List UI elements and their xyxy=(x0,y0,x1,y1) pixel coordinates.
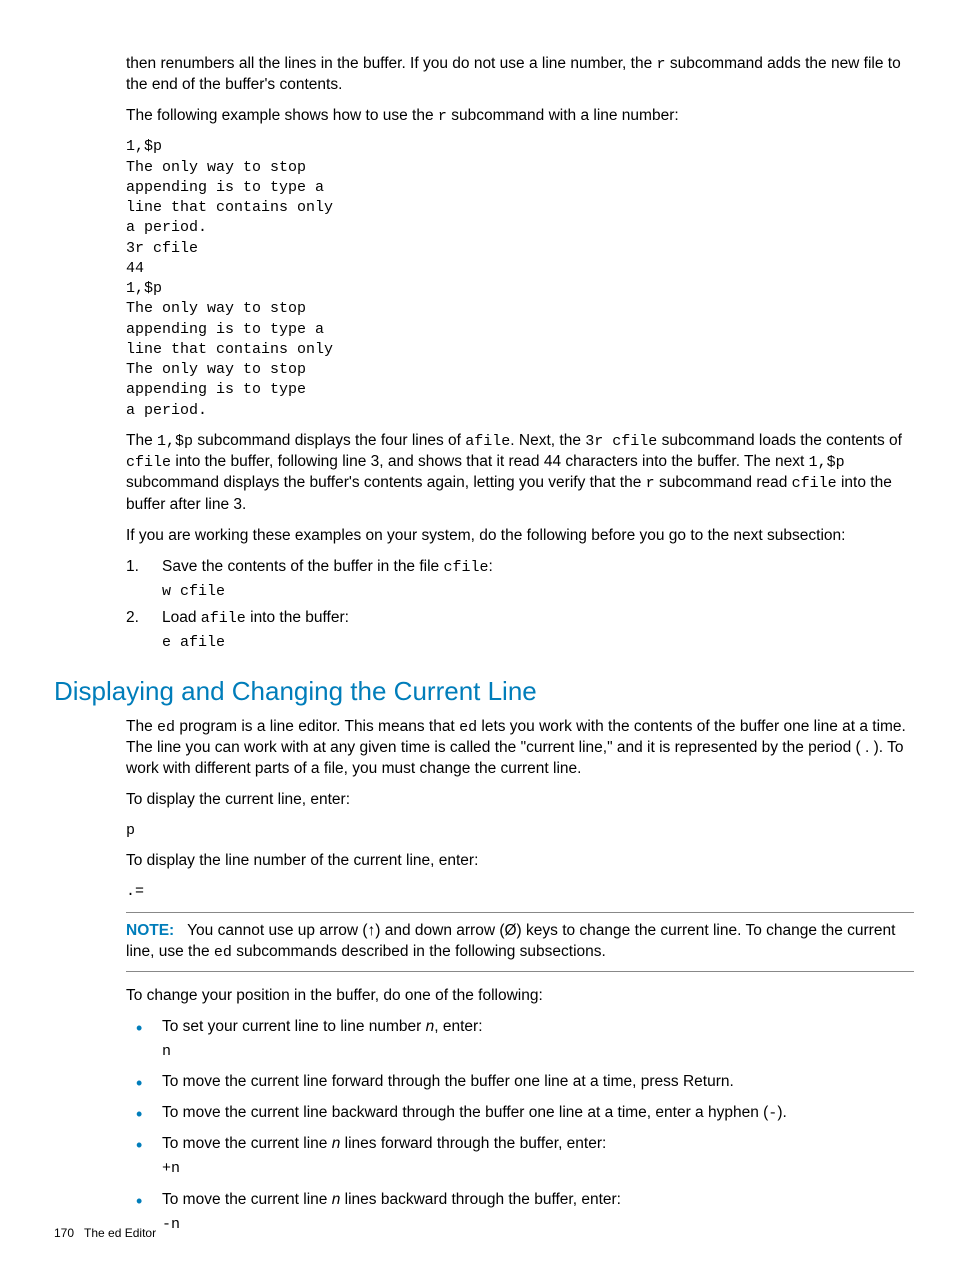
text: To move the current line forward through… xyxy=(162,1073,734,1090)
code-block: .= xyxy=(126,882,914,902)
text: subcommand displays the buffer's content… xyxy=(126,474,646,491)
inline-code: ed xyxy=(459,719,477,736)
inline-code: 1,$p xyxy=(809,454,845,471)
inline-code: cfile xyxy=(792,475,837,492)
inline-code: 3r cfile xyxy=(585,433,657,450)
inline-code: afile xyxy=(201,610,246,627)
bullet-list: To set your current line to line number … xyxy=(126,1017,914,1235)
footer-title: The ed Editor xyxy=(84,1226,156,1240)
item-number: 2. xyxy=(126,608,139,629)
paragraph: The ed program is a line editor. This me… xyxy=(126,717,914,780)
text: into the buffer, following line 3, and s… xyxy=(171,453,809,470)
list-item: To move the current line n lines forward… xyxy=(126,1134,914,1179)
paragraph: then renumbers all the lines in the buff… xyxy=(126,54,914,96)
item-number: 1. xyxy=(126,557,139,578)
inline-code: 1,$p xyxy=(157,433,193,450)
list-item: 1. Save the contents of the buffer in th… xyxy=(126,557,914,603)
text: lines backward through the buffer, enter… xyxy=(340,1191,621,1208)
paragraph: The following example shows how to use t… xyxy=(126,106,914,127)
list-item: To set your current line to line number … xyxy=(126,1017,914,1062)
inline-code: ed xyxy=(214,944,232,961)
code-block: e afile xyxy=(162,633,914,653)
list-item: 2. Load afile into the buffer: e afile xyxy=(126,608,914,654)
text: subcommand displays the four lines of xyxy=(193,432,465,449)
text: To set your current line to line number xyxy=(162,1018,426,1035)
inline-code: cfile xyxy=(126,454,171,471)
paragraph: To change your position in the buffer, d… xyxy=(126,986,914,1007)
inline-code: r xyxy=(646,475,655,492)
text: into the buffer: xyxy=(246,609,349,626)
page-number: 170 xyxy=(54,1226,74,1240)
text: . Next, the xyxy=(510,432,585,449)
text: Save the contents of the buffer in the f… xyxy=(162,558,443,575)
text: : xyxy=(489,558,493,575)
text: subcommand with a line number: xyxy=(447,107,679,124)
ordered-list: 1. Save the contents of the buffer in th… xyxy=(126,557,914,654)
list-item: To move the current line backward throug… xyxy=(126,1103,914,1124)
page: then renumbers all the lines in the buff… xyxy=(0,0,954,1271)
text: The xyxy=(126,432,157,449)
inline-code: r xyxy=(657,56,666,73)
paragraph: The 1,$p subcommand displays the four li… xyxy=(126,431,914,516)
text: Load xyxy=(162,609,201,626)
code-block: p xyxy=(126,821,914,841)
inline-code: r xyxy=(438,108,447,125)
text: lines forward through the buffer, enter: xyxy=(340,1135,606,1152)
text: To move the current line xyxy=(162,1191,332,1208)
text: subcommand read xyxy=(655,474,792,491)
text: To move the current line xyxy=(162,1135,332,1152)
text: subcommands described in the following s… xyxy=(232,943,606,960)
list-item: To move the current line n lines backwar… xyxy=(126,1190,914,1235)
code-block: n xyxy=(162,1042,914,1062)
inline-code: cfile xyxy=(443,559,488,576)
paragraph: To display the line number of the curren… xyxy=(126,851,914,872)
inline-code: - xyxy=(768,1105,777,1122)
section-heading: Displaying and Changing the Current Line xyxy=(54,674,914,709)
content-area: then renumbers all the lines in the buff… xyxy=(126,54,914,1235)
text: then renumbers all the lines in the buff… xyxy=(126,55,657,72)
list-item: To move the current line forward through… xyxy=(126,1072,914,1093)
note-box: NOTE: You cannot use up arrow (↑) and do… xyxy=(126,912,914,972)
code-block: -n xyxy=(162,1215,914,1235)
text: To move the current line backward throug… xyxy=(162,1104,768,1121)
text: subcommand loads the contents of xyxy=(657,432,902,449)
text: The xyxy=(126,718,157,735)
paragraph: If you are working these examples on you… xyxy=(126,526,914,547)
page-footer: 170 The ed Editor xyxy=(54,1225,156,1241)
code-block: 1,$p The only way to stop appending is t… xyxy=(126,137,914,421)
text: ). xyxy=(777,1104,786,1121)
note-label: NOTE: xyxy=(126,922,174,939)
inline-code: afile xyxy=(465,433,510,450)
text: The following example shows how to use t… xyxy=(126,107,438,124)
text: program is a line editor. This means tha… xyxy=(175,718,459,735)
paragraph: To display the current line, enter: xyxy=(126,790,914,811)
code-block: +n xyxy=(162,1159,914,1179)
inline-code: ed xyxy=(157,719,175,736)
text: , enter: xyxy=(434,1018,482,1035)
italic-text: n xyxy=(426,1018,435,1035)
code-block: w cfile xyxy=(162,582,914,602)
